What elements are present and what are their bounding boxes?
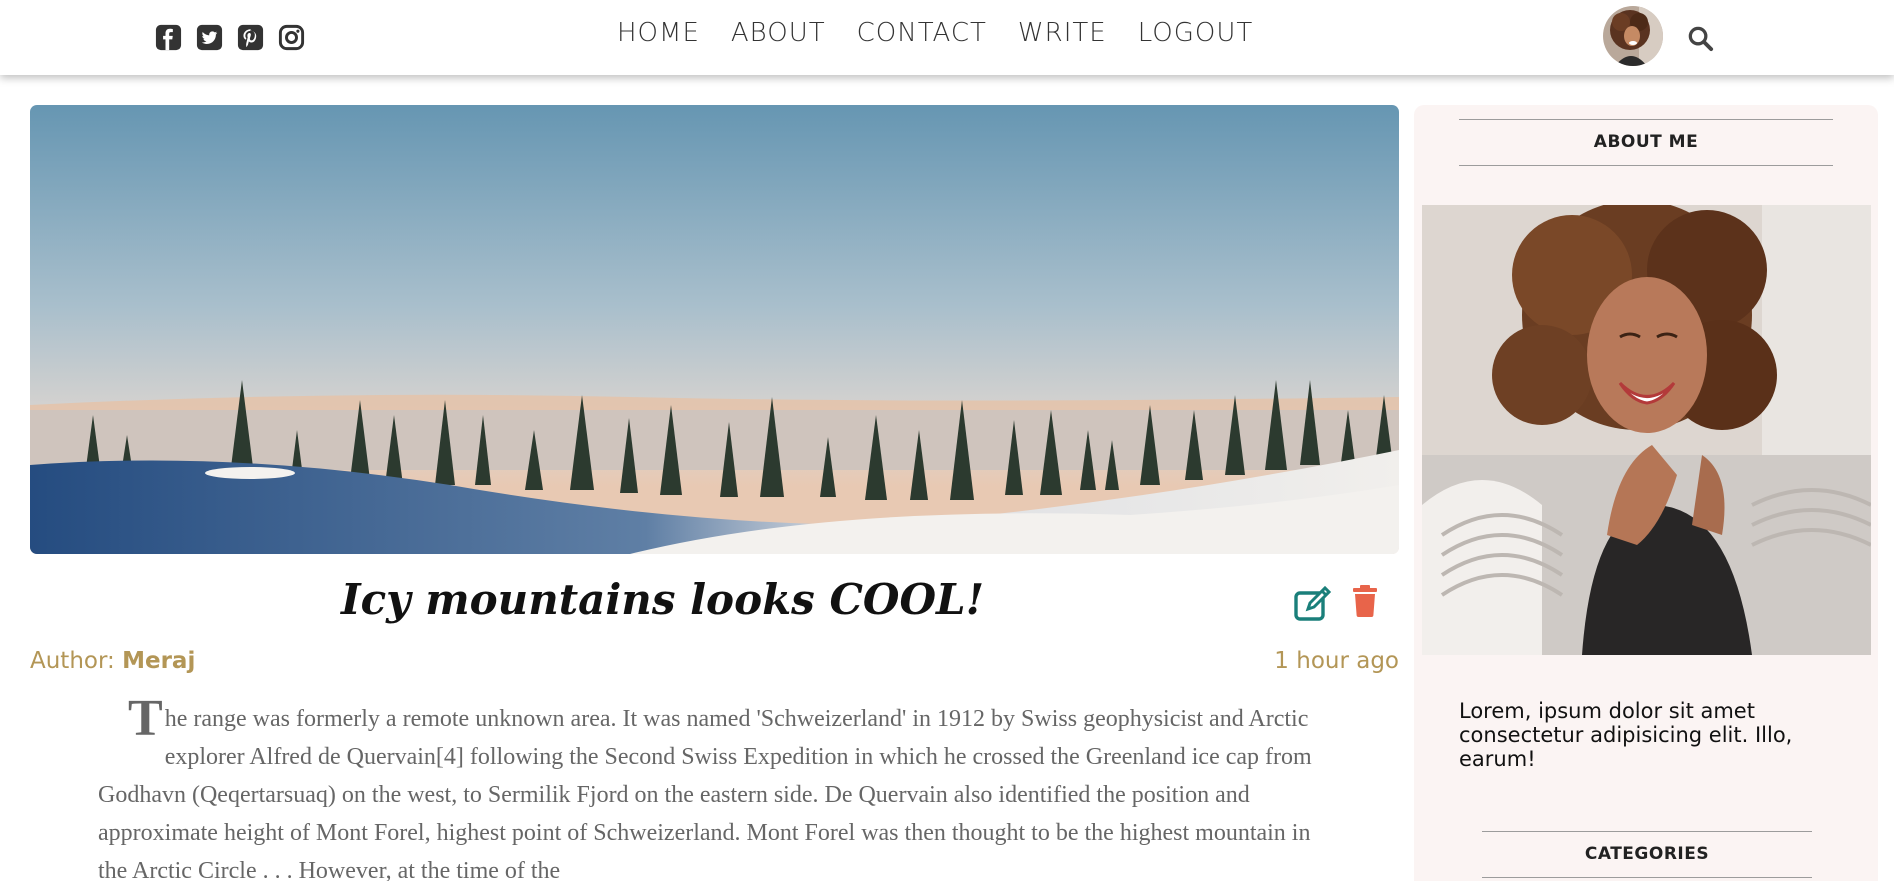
twitter-square-icon[interactable] (195, 23, 224, 52)
pinterest-square-icon[interactable] (236, 23, 265, 52)
author-info: Author: Meraj (30, 648, 195, 674)
top-bar: HOME ABOUT CONTACT WRITE LOGOUT (0, 0, 1894, 75)
facebook-square-icon[interactable] (154, 23, 183, 52)
nav-logout[interactable]: LOGOUT (1138, 18, 1254, 48)
avatar[interactable] (1603, 6, 1663, 66)
about-me-photo (1422, 205, 1871, 655)
edit-icon[interactable] (1293, 586, 1333, 622)
nav-contact[interactable]: CONTACT (857, 18, 987, 48)
trash-icon[interactable] (1352, 585, 1378, 617)
categories-title: CATEGORIES (1482, 831, 1812, 878)
about-me-text: Lorem, ipsum dolor sit amet consectetur … (1459, 699, 1793, 771)
author-name-link[interactable]: Meraj (122, 648, 195, 674)
nav-about[interactable]: ABOUT (731, 18, 826, 48)
about-me-title: ABOUT ME (1459, 119, 1833, 166)
post-timestamp: 1 hour ago (1274, 648, 1399, 674)
search-icon[interactable] (1686, 24, 1715, 53)
social-links (154, 23, 306, 52)
post-dropcap: T (128, 690, 163, 747)
author-label: Author: (30, 648, 123, 674)
post-title: Icy mountains looks COOL! (340, 575, 985, 624)
nav-home[interactable]: HOME (617, 18, 700, 48)
post-body: The range was formerly a remote unknown … (98, 693, 1343, 881)
post-hero-image (30, 105, 1399, 554)
nav-write[interactable]: WRITE (1018, 18, 1107, 48)
sidebar: ABOUT ME Lorem, ipsum dolor sit amet con… (1414, 105, 1878, 881)
post-body-text: he range was formerly a remote unknown a… (98, 706, 1312, 881)
instagram-icon[interactable] (277, 23, 306, 52)
main-nav: HOME ABOUT CONTACT WRITE LOGOUT (617, 18, 1253, 48)
